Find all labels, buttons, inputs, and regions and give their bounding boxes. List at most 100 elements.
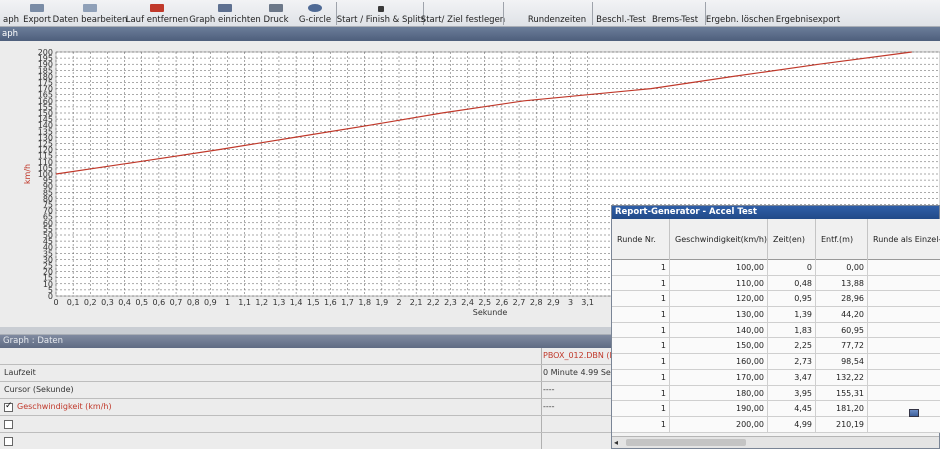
data-row-speed[interactable]: Geschwindigkeit (km/h) ---- — [0, 399, 620, 416]
results-export-button[interactable]: Ergebnisexport — [776, 0, 840, 27]
x-tick-label: 0,3 — [101, 298, 114, 307]
table-cell — [868, 354, 940, 370]
table-cell: 98,54 — [816, 354, 868, 370]
data-row-empty[interactable] — [0, 416, 620, 433]
table-cell: 13,88 — [816, 275, 868, 292]
x-tick-label: 2,7 — [513, 298, 526, 307]
table-cell: 160,00 — [670, 354, 768, 370]
x-tick-label: 0,1 — [67, 298, 80, 307]
data-row-empty[interactable] — [0, 433, 620, 449]
scroll-left-arrow-icon[interactable]: ◂ — [614, 438, 618, 447]
export-icon[interactable] — [909, 409, 919, 417]
x-tick-label: 2,3 — [444, 298, 457, 307]
report-table-body: 1 100,00 0 0,00 1 110,00 0,48 13,88 1 120,00 0,95 2… — [612, 260, 940, 433]
x-tick-label: 1 — [225, 298, 230, 307]
x-tick-label: 1,1 — [238, 298, 251, 307]
column-header-single-lap[interactable]: Runde als Einzel-G — [868, 219, 940, 260]
speed-checkbox[interactable] — [4, 401, 13, 412]
table-cell: 200,00 — [670, 416, 768, 433]
toolbar: aph Export Daten bearbeiten Lauf entfern… — [0, 0, 940, 27]
table-cell: 0,95 — [768, 291, 816, 308]
table-cell: 60,95 — [816, 322, 868, 339]
set-start-finish-button[interactable]: Start/ Ziel festlegen — [421, 0, 505, 27]
graph-tab-button[interactable]: aph — [0, 0, 22, 27]
data-header-row: PBOX_012.DBN (L — [0, 348, 620, 365]
x-tick-label: 0,9 — [204, 298, 217, 307]
lap-times-button[interactable]: Rundenzeiten — [528, 0, 586, 27]
column-header-lap[interactable]: Runde Nr. — [612, 219, 670, 260]
remove-run-button[interactable]: Lauf entfernen — [126, 0, 188, 27]
table-cell: 0 — [768, 260, 816, 276]
empty-checkbox[interactable] — [4, 420, 13, 429]
table-row[interactable]: 1 100,00 0 0,00 — [612, 260, 940, 276]
table-row[interactable]: 1 200,00 4,99 210,19 — [612, 416, 940, 433]
table-cell: 1 — [612, 369, 670, 386]
x-tick-label: 1,3 — [273, 298, 286, 307]
table-cell: 181,20 — [816, 401, 868, 417]
y-axis-label: km/h — [23, 164, 32, 184]
accel-test-button[interactable]: Beschl.-Test — [596, 0, 646, 27]
table-cell: 150,00 — [670, 338, 768, 355]
table-cell — [868, 338, 940, 354]
report-table-header: Runde Nr. Geschwindigkeit(km/h) Zeit(en)… — [612, 219, 940, 260]
column-header-speed[interactable]: Geschwindigkeit(km/h) — [670, 219, 768, 260]
horizontal-scrollbar[interactable]: ◂ — [612, 436, 939, 448]
table-cell: 1 — [612, 385, 670, 402]
x-tick-label: 0,5 — [135, 298, 148, 307]
table-cell: 1 — [612, 307, 670, 323]
table-row[interactable]: 1 140,00 1,83 60,95 — [612, 322, 940, 339]
table-cell: 210,19 — [816, 416, 868, 433]
table-cell: 2,73 — [768, 354, 816, 370]
x-tick-label: 2,6 — [496, 298, 509, 307]
table-row[interactable]: 1 160,00 2,73 98,54 — [612, 354, 940, 370]
column-header-time[interactable]: Zeit(en) — [768, 219, 816, 260]
start-finish-splits-button[interactable]: Start / Finish & Splits — [337, 0, 425, 27]
x-tick-label: 1,4 — [290, 298, 303, 307]
table-row[interactable]: 1 180,00 3,95 155,31 — [612, 385, 940, 402]
toolbar-separator — [592, 2, 593, 25]
x-axis-label: Sekunde — [473, 308, 508, 317]
table-cell: 1 — [612, 401, 670, 417]
file-name-header: PBOX_012.DBN (L — [543, 351, 615, 360]
data-panel-title: Graph : Daten — [0, 335, 620, 348]
empty-checkbox[interactable] — [4, 437, 13, 446]
export-button[interactable]: Export — [22, 0, 52, 27]
x-tick-label: 1,6 — [324, 298, 337, 307]
brake-test-button[interactable]: Brems-Test — [650, 0, 700, 27]
table-cell — [868, 323, 940, 339]
table-cell: 1 — [612, 354, 670, 370]
flag-icon — [378, 6, 384, 12]
x-tick-label: 1,8 — [358, 298, 371, 307]
x-tick-label: 2,8 — [530, 298, 543, 307]
table-row[interactable]: 1 120,00 0,95 28,96 — [612, 291, 940, 308]
table-cell — [868, 386, 940, 402]
x-tick-label: 2,4 — [461, 298, 474, 307]
data-row-runtime[interactable]: Laufzeit 0 Minute 4.99 Sek — [0, 365, 620, 382]
graph-setup-button[interactable]: Graph einrichten — [189, 0, 261, 27]
g-circle-button[interactable]: G-circle — [297, 0, 333, 27]
x-tick-label: 2,5 — [478, 298, 491, 307]
x-tick-label: 2,9 — [547, 298, 560, 307]
table-row[interactable]: 1 110,00 0,48 13,88 — [612, 275, 940, 292]
clear-results-button[interactable]: Ergebn. löschen — [706, 0, 774, 27]
data-row-cursor[interactable]: Cursor (Sekunde) ---- — [0, 382, 620, 399]
table-cell: 4,45 — [768, 401, 816, 417]
graph-tab-label: aph — [3, 15, 19, 25]
table-cell: 132,22 — [816, 369, 868, 386]
table-cell: 180,00 — [670, 385, 768, 402]
table-row[interactable]: 1 190,00 4,45 181,20 — [612, 401, 940, 417]
scrollbar-thumb[interactable] — [626, 439, 746, 446]
toolbar-separator — [503, 2, 504, 25]
table-cell: 0,48 — [768, 275, 816, 292]
x-tick-label: 1,7 — [341, 298, 354, 307]
graph-panel-title: aph — [0, 27, 940, 41]
edit-data-button[interactable]: Daten bearbeiten — [53, 0, 127, 27]
table-row[interactable]: 1 150,00 2,25 77,72 — [612, 338, 940, 355]
report-generator-window[interactable]: Report-Generator - Accel Test Runde Nr. … — [611, 205, 940, 449]
print-icon — [269, 4, 283, 12]
x-tick-label: 1,5 — [307, 298, 320, 307]
table-row[interactable]: 1 130,00 1,39 44,20 — [612, 307, 940, 323]
table-row[interactable]: 1 170,00 3,47 132,22 — [612, 369, 940, 386]
column-header-distance[interactable]: Entf.(m) — [816, 219, 868, 260]
print-button[interactable]: Druck — [261, 0, 291, 27]
